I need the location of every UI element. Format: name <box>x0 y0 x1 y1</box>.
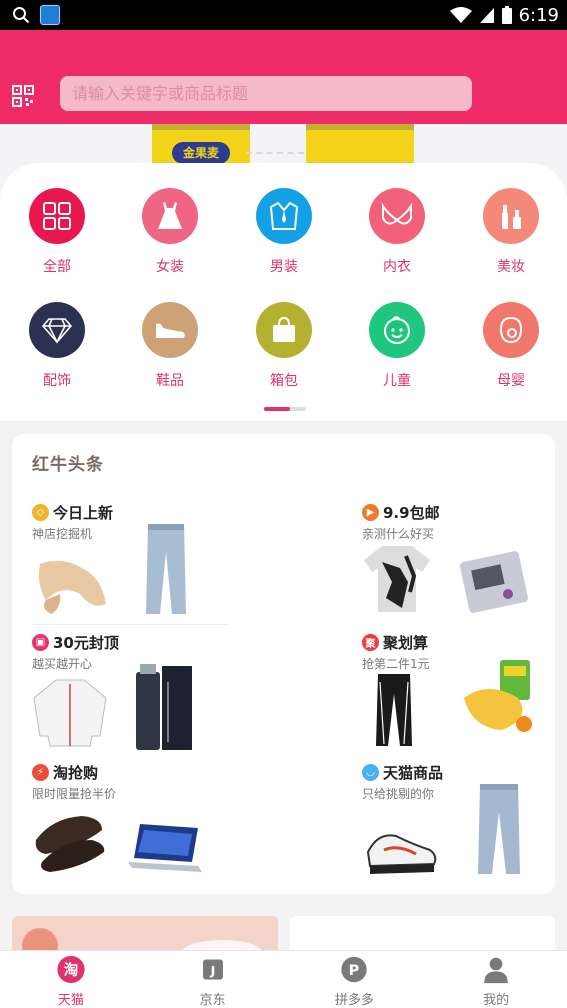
tab-label: 我的 <box>483 993 510 1008</box>
headline-card: 红牛头条 ◇ 今日上新 神店挖掘机 ▶ 9.9包邮 亲测什么好买 ▣ 30元封顶… <box>12 434 555 894</box>
can-label-text: 金果麦 <box>172 142 230 164</box>
category-label: 母婴 <box>497 373 525 389</box>
category-label: 全部 <box>43 259 71 275</box>
category-label: 配饰 <box>43 373 71 389</box>
laptop-image <box>128 824 202 872</box>
category-item-accessories[interactable]: 配饰 <box>17 302 97 390</box>
category-item-mens[interactable]: 男装 <box>244 188 324 276</box>
tab-pinduoduo[interactable]: P 拼多多 <box>284 951 426 1008</box>
promo-new-today[interactable]: ◇ 今日上新 神店挖掘机 <box>32 502 222 614</box>
promo-title: 天猫商品 <box>383 764 444 782</box>
jeans-image <box>146 524 186 614</box>
grid-icon <box>29 188 85 244</box>
status-bar: 6:19 <box>0 0 567 30</box>
calendar-icon: ▣ <box>32 634 49 651</box>
shoe-icon <box>142 302 198 358</box>
bag-icon <box>256 302 312 358</box>
promo-30-cap[interactable]: ▣ 30元封顶 越买越开心 <box>32 632 222 750</box>
bottom-tab-bar: 淘 天猫 J 京东 P 拼多多 我的 <box>0 950 567 1008</box>
tab-label: 天猫 <box>57 993 84 1008</box>
search-input[interactable] <box>60 76 472 111</box>
category-item-shoes[interactable]: 鞋品 <box>130 302 210 390</box>
tab-label: 拼多多 <box>334 993 374 1008</box>
tab-label: 京东 <box>199 993 226 1008</box>
tab-mine[interactable]: 我的 <box>425 951 567 1008</box>
app-notification-icon <box>40 5 60 25</box>
game-console-image <box>459 551 529 613</box>
jd-icon: J <box>202 959 223 980</box>
play-icon: ▶ <box>362 504 379 521</box>
pinduoduo-icon: P <box>341 956 368 983</box>
promo-tao-flash[interactable]: ⚡ 淘抢购 限时限量抢半价 <box>32 762 222 872</box>
cosmetic-bottle-image <box>136 664 192 750</box>
promo-title: 30元封顶 <box>53 634 119 652</box>
jeans-image <box>478 784 520 874</box>
category-item-underwear[interactable]: 内衣 <box>357 188 437 276</box>
header <box>0 30 567 124</box>
promo-juhuasuan[interactable]: 聚 聚划算 抢第二件1元 <box>362 632 552 746</box>
wifi-icon <box>449 7 472 23</box>
dress-icon <box>142 188 198 244</box>
stockings-image <box>38 560 106 614</box>
svg-text:P: P <box>349 963 360 979</box>
smile-icon: ◡ <box>362 764 379 781</box>
qr-code-icon[interactable] <box>12 85 34 107</box>
user-icon <box>484 957 508 984</box>
promo-subtitle: 亲测什么好买 <box>362 527 435 541</box>
tshirt-image <box>364 546 430 612</box>
category-label: 男装 <box>270 259 298 275</box>
promo-tmall-goods[interactable]: ◡ 天猫商品 只给挑剔的你 <box>362 762 552 874</box>
svg-text:J: J <box>209 963 215 978</box>
category-label: 女装 <box>156 259 184 275</box>
pants-image <box>376 674 412 746</box>
bra-icon <box>369 188 425 244</box>
svg-text:淘: 淘 <box>64 961 79 979</box>
diamond-icon <box>29 302 85 358</box>
search-icon <box>13 7 30 24</box>
headline-title: 红牛头条 <box>32 455 104 475</box>
suit-icon <box>256 188 312 244</box>
category-label: 美妆 <box>497 259 525 275</box>
category-item-beauty[interactable]: 美妆 <box>471 188 551 276</box>
promo-free-shipping[interactable]: ▶ 9.9包邮 亲测什么好买 <box>362 502 552 613</box>
promo-title: 9.9包邮 <box>383 504 440 522</box>
mother-icon <box>483 302 539 358</box>
clock-time: 6:19 <box>518 4 559 26</box>
promo-title: 今日上新 <box>53 504 114 522</box>
taobao-icon: 淘 <box>57 955 85 984</box>
ju-badge-icon: 聚 <box>362 634 379 651</box>
jacket-image <box>33 679 107 747</box>
category-item-kids[interactable]: 儿童 <box>357 302 437 390</box>
makeup-icon <box>483 188 539 244</box>
promo-title: 聚划算 <box>383 634 429 652</box>
promo-subtitle: 只给挑剔的你 <box>362 787 435 801</box>
tab-jd[interactable]: J 京东 <box>142 951 284 1008</box>
category-item-womens[interactable]: 女装 <box>130 188 210 276</box>
category-label: 儿童 <box>383 373 411 389</box>
category-item-maternity[interactable]: 母婴 <box>471 302 551 390</box>
category-label: 箱包 <box>270 373 298 389</box>
category-label: 鞋品 <box>156 373 184 389</box>
tab-tmall[interactable]: 淘 天猫 <box>0 951 142 1008</box>
signal-icon <box>479 8 494 23</box>
category-item-bags[interactable]: 箱包 <box>244 302 324 390</box>
loafers-image <box>35 816 105 872</box>
lightning-icon: ⚡ <box>32 764 49 781</box>
promo-subtitle: 神店挖掘机 <box>32 527 93 541</box>
new-tag-icon: ◇ <box>32 504 49 521</box>
child-face-icon <box>369 302 425 358</box>
promo-divider <box>32 624 228 625</box>
promo-subtitle: 限时限量抢半价 <box>32 787 117 801</box>
category-label: 内衣 <box>383 259 411 275</box>
dried-mango-image <box>464 660 532 732</box>
category-pager-active <box>264 407 290 411</box>
sneaker-image <box>366 834 437 874</box>
category-item-all[interactable]: 全部 <box>17 188 97 276</box>
battery-icon <box>501 6 512 24</box>
promo-title: 淘抢购 <box>53 764 99 782</box>
